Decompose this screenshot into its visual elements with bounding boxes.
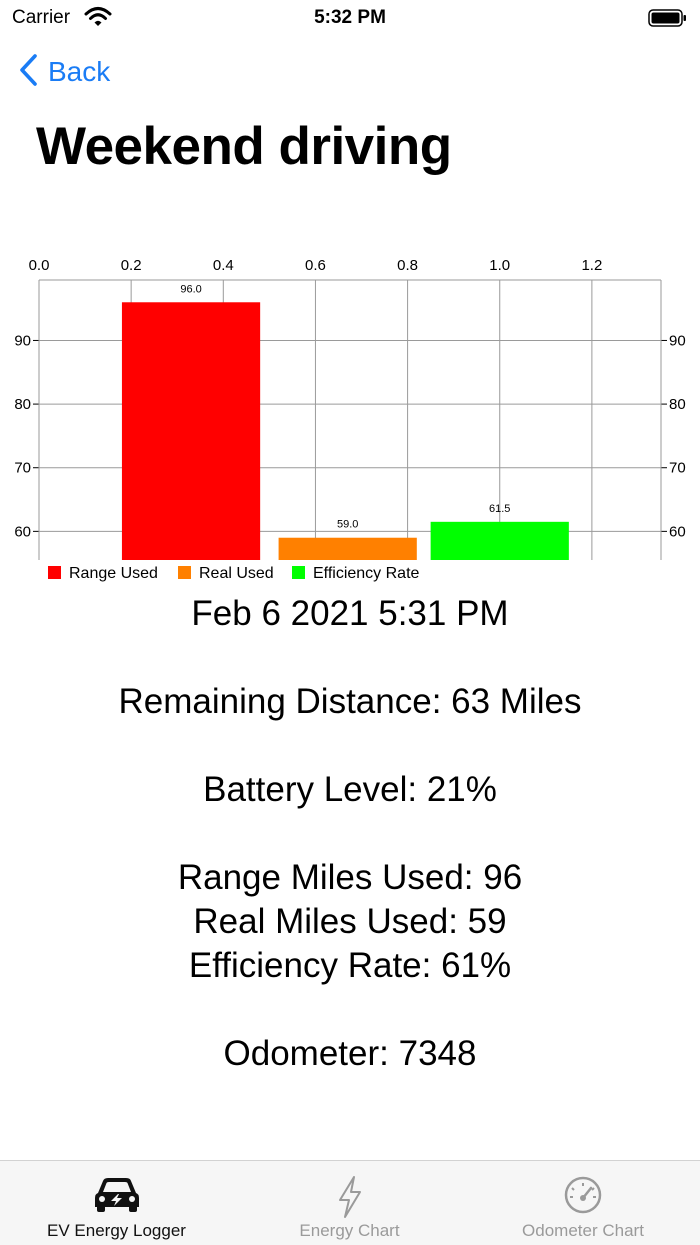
battery-icon [648, 8, 688, 33]
y-tick-label-right: 80 [669, 396, 686, 413]
bar-value-label: 96.0 [180, 283, 201, 295]
x-tick-label: 1.0 [489, 257, 510, 274]
tab-bar: EV Energy Logger Energy Chart Odometer C… [0, 1160, 700, 1245]
tab-label: Odometer Chart [522, 1221, 644, 1240]
entry-details: Feb 6 2021 5:31 PM Remaining Distance: 6… [0, 592, 700, 1076]
battery-level: Battery Level: 21% [203, 770, 497, 809]
legend-label: Efficiency Rate [313, 565, 420, 582]
status-time: 5:32 PM [314, 7, 386, 28]
gauge-icon [466, 1175, 700, 1219]
efficiency-rate: Efficiency Rate: 61% [188, 946, 512, 985]
bar-efficiency-rate [430, 521, 569, 560]
bolt-icon [233, 1175, 466, 1219]
y-tick-label-left: 80 [14, 396, 31, 413]
x-tick-label: 0.8 [397, 257, 418, 274]
x-tick-label: 0.6 [305, 257, 326, 274]
tab-energy-chart[interactable]: Energy Chart [233, 1161, 466, 1245]
back-label: Back [48, 56, 111, 87]
bar-value-label: 59.0 [337, 519, 358, 531]
remaining-distance: Remaining Distance: 63 Miles [118, 682, 582, 721]
legend-label: Real Used [199, 565, 274, 582]
range-miles-used: Range Miles Used: 96 [177, 858, 523, 897]
x-tick-label: 0.4 [213, 257, 234, 274]
x-tick-label: 1.2 [581, 257, 602, 274]
legend-label: Range Used [69, 565, 158, 582]
tab-ev-energy-logger[interactable]: EV Energy Logger [0, 1161, 233, 1245]
tab-odometer-chart[interactable]: Odometer Chart [466, 1161, 700, 1245]
status-bar: Carrier 5:32 PM [0, 0, 700, 40]
legend-swatch [178, 566, 191, 579]
y-tick-label-left: 60 [14, 523, 31, 540]
bar-range-used [121, 302, 261, 560]
y-tick-label-left: 90 [14, 332, 31, 349]
odometer: Odometer: 7348 [223, 1034, 477, 1073]
y-tick-label-right: 70 [669, 460, 686, 477]
bar-chart: 0.0 0.2 0.4 0.6 0.8 1.0 1.2 60 60 70 70 80 80 90 90 96.… [14, 257, 686, 582]
y-tick-label-left: 70 [14, 460, 31, 477]
bar-real-used [278, 537, 417, 560]
car-icon [0, 1175, 233, 1219]
y-tick-label-right: 90 [669, 332, 686, 349]
tab-label: Energy Chart [299, 1221, 400, 1240]
x-tick-label: 0.2 [121, 257, 142, 274]
x-tick-label: 0.0 [29, 257, 50, 274]
y-tick-label-right: 60 [669, 523, 686, 540]
legend-swatch [48, 566, 61, 579]
tab-label: EV Energy Logger [47, 1221, 186, 1240]
bar-value-label: 61.5 [489, 503, 510, 515]
real-miles-used: Real Miles Used: 59 [193, 902, 507, 941]
entry-date: Feb 6 2021 5:31 PM [191, 594, 509, 633]
legend-swatch [292, 566, 305, 579]
back-button[interactable]: Back [18, 53, 111, 92]
chevron-left-icon [18, 53, 38, 92]
page-title: Weekend driving [36, 117, 452, 176]
